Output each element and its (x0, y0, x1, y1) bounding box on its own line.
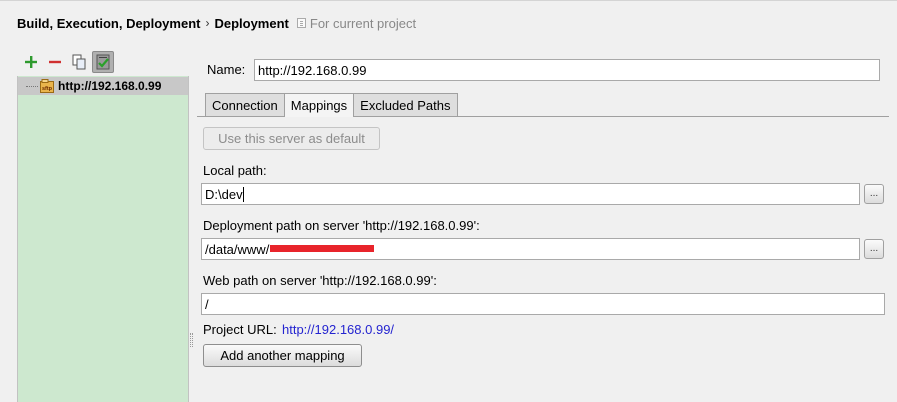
web-path-field[interactable]: / (201, 293, 885, 315)
local-path-field[interactable]: D:\dev (201, 183, 860, 205)
breadcrumb-separator: › (205, 16, 210, 30)
breadcrumb: Build, Execution, Deployment › Deploymen… (17, 14, 416, 32)
text-caret (242, 186, 244, 202)
add-server-button[interactable] (20, 51, 42, 73)
scope-indicator: For current project (296, 15, 417, 31)
sftp-icon-label: sftp (42, 86, 53, 92)
web-path-value: / (205, 296, 209, 312)
name-field-value: http://192.168.0.99 (258, 62, 367, 78)
scope-text: For current project (309, 15, 417, 31)
server-toolbar (20, 50, 116, 74)
web-path-label: Web path on server 'http://192.168.0.99'… (203, 273, 437, 288)
copy-icon (72, 54, 86, 70)
breadcrumb-parent[interactable]: Build, Execution, Deployment (17, 16, 200, 31)
tab-excluded-paths[interactable]: Excluded Paths (353, 93, 458, 116)
tab-bar: Connection Mappings Excluded Paths (205, 93, 458, 117)
page-title: Deployment (214, 15, 289, 31)
add-another-mapping-button[interactable]: Add another mapping (203, 344, 362, 367)
deployment-path-value: /data/www/ (205, 241, 270, 257)
use-as-default-icon (96, 54, 110, 70)
project-url-label: Project URL: (203, 322, 277, 337)
redaction-mark (270, 244, 375, 252)
top-divider (0, 0, 897, 1)
sftp-server-icon: sftp (40, 79, 54, 93)
local-path-value: D:\dev (205, 186, 243, 202)
splitter-handle[interactable] (190, 333, 193, 347)
tab-mappings[interactable]: Mappings (283, 93, 355, 117)
project-url-link[interactable]: http://192.168.0.99/ (282, 322, 394, 337)
server-tree[interactable]: sftp http://192.168.0.99 (17, 76, 189, 402)
tree-item-server[interactable]: sftp http://192.168.0.99 (18, 77, 188, 95)
minus-icon (49, 60, 61, 64)
remove-server-button[interactable] (44, 51, 66, 73)
copy-server-button[interactable] (68, 51, 90, 73)
use-as-default-button[interactable] (92, 51, 114, 73)
tab-connection[interactable]: Connection (205, 93, 285, 116)
browse-local-path-button[interactable]: ... (864, 184, 884, 204)
name-label: Name: (207, 62, 246, 77)
local-path-label: Local path: (203, 163, 267, 178)
tree-connector (26, 85, 38, 87)
name-field[interactable]: http://192.168.0.99 (254, 59, 880, 81)
deployment-path-field[interactable]: /data/www/ (201, 238, 860, 260)
use-as-default-button-disabled[interactable]: Use this server as default (203, 127, 380, 150)
browse-deployment-path-button[interactable]: ... (864, 239, 884, 259)
tree-item-label: http://192.168.0.99 (58, 79, 162, 93)
deployment-path-label: Deployment path on server 'http://192.16… (203, 218, 480, 233)
plus-icon (25, 56, 37, 68)
project-scope-icon (296, 18, 306, 28)
